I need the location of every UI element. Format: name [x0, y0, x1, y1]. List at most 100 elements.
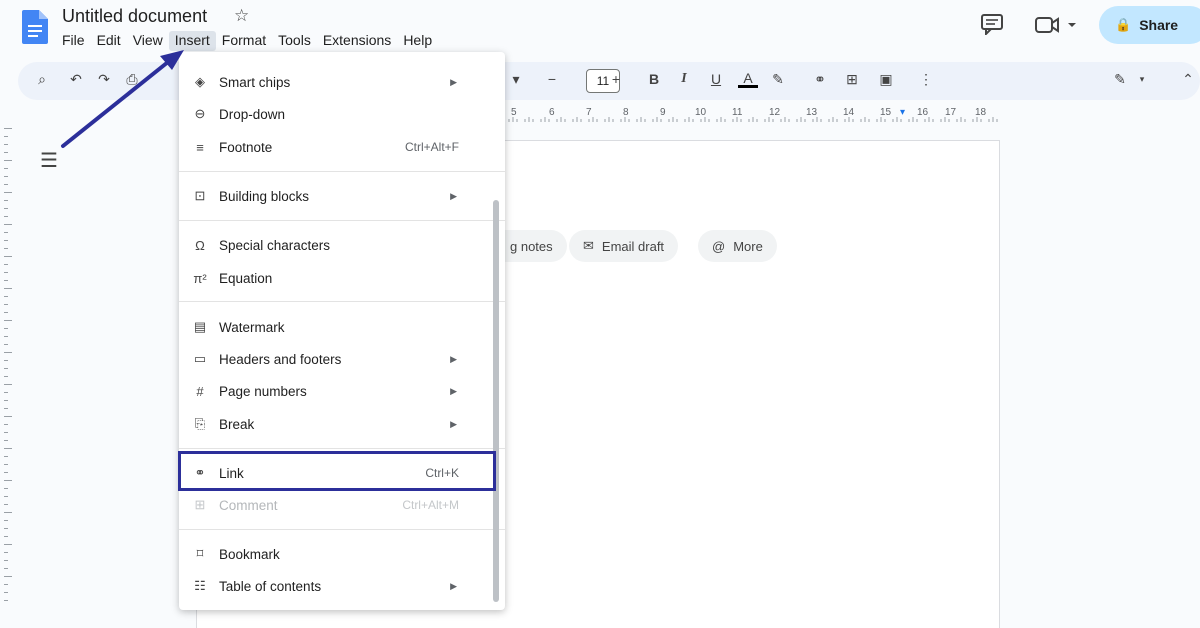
right-indent-marker-icon[interactable]: ▾ [900, 107, 905, 118]
vertical-ruler-tick [4, 176, 8, 177]
menu-view[interactable]: View [127, 31, 169, 51]
break-icon: ⎘ [194, 416, 206, 431]
undo-icon[interactable]: ↶ [66, 71, 86, 88]
vertical-ruler-tick [4, 144, 8, 145]
vertical-ruler-tick [4, 440, 8, 441]
shortcut-text: Ctrl+Alt+M [402, 498, 459, 512]
menu-item-smart-chips[interactable]: ◈ Smart chips ▶ [179, 68, 489, 96]
app-header: Untitled document ☆ File Edit View Inser… [0, 0, 1200, 60]
menu-item-table-of-contents[interactable]: ☷ Table of contents ▶ [179, 572, 489, 600]
menu-item-headers-footers[interactable]: ▭ Headers and footers ▶ [179, 345, 489, 373]
ruler-number: 5 [511, 107, 517, 118]
vertical-ruler-tick [4, 464, 8, 465]
ruler-number: 17 [945, 107, 957, 118]
submenu-arrow-icon: ▶ [450, 418, 457, 429]
vertical-ruler-tick [4, 136, 8, 137]
editing-mode-chevron-icon[interactable]: ▾ [1132, 74, 1152, 85]
menu-file[interactable]: File [56, 31, 91, 51]
ruler-number: 8 [623, 107, 629, 118]
editing-mode-icon[interactable]: ✎ [1110, 71, 1130, 88]
share-button[interactable]: 🔒 Share [1099, 6, 1200, 44]
menu-divider [179, 220, 505, 221]
vertical-ruler-tick [4, 480, 12, 481]
menu-item-label: Building blocks [219, 188, 310, 204]
vertical-ruler-tick [4, 256, 12, 257]
italic-icon[interactable]: I [674, 71, 694, 87]
vertical-ruler-tick [4, 600, 8, 601]
ruler-number: 12 [769, 107, 781, 118]
menu-bar: File Edit View Insert Format Tools Exten… [56, 31, 438, 51]
search-icon[interactable]: ⌕ [32, 71, 52, 88]
docs-logo-icon[interactable] [22, 10, 48, 44]
menu-item-drop-down[interactable]: ⊖ Drop-down [179, 100, 489, 128]
highlight-icon[interactable]: ✎ [768, 71, 788, 88]
menu-item-label: Drop-down [219, 106, 286, 122]
add-comment-icon[interactable]: ⊞ [842, 71, 862, 88]
decrease-font-icon[interactable]: − [542, 71, 562, 87]
bold-icon[interactable]: B [644, 71, 664, 87]
print-icon[interactable]: ⎙ [122, 71, 142, 88]
comment-history-icon[interactable] [980, 13, 1004, 35]
insert-menu: ◈ Smart chips ▶ ⊖ Drop-down ≡ Footnote C… [179, 52, 505, 610]
vertical-ruler-tick [4, 288, 12, 289]
menu-scrollbar[interactable] [493, 200, 499, 602]
collapse-toolbar-icon[interactable]: ⌃ [1178, 71, 1198, 88]
meet-icon[interactable] [1034, 14, 1078, 36]
chip-more[interactable]: @ More [698, 230, 777, 262]
vertical-ruler-tick [4, 280, 8, 281]
share-label: Share [1139, 17, 1179, 33]
link-icon[interactable]: ⚭ [810, 71, 830, 88]
more-options-icon[interactable]: ⋮ [916, 71, 936, 88]
menu-item-equation[interactable]: π² Equation [179, 264, 489, 292]
smart-chips-icon: ◈ [195, 74, 205, 89]
chip-email-draft[interactable]: ✉ Email draft [569, 230, 679, 262]
watermark-icon: ▤ [193, 319, 207, 334]
submenu-arrow-icon: ▶ [450, 385, 457, 396]
menu-insert[interactable]: Insert [168, 31, 216, 51]
vertical-ruler-tick [4, 376, 8, 377]
submenu-arrow-icon: ▶ [450, 190, 457, 201]
submenu-arrow-icon: ▶ [450, 76, 457, 87]
omega-icon: Ω [195, 237, 205, 253]
menu-item-building-blocks[interactable]: ⊡ Building blocks ▶ [179, 182, 489, 210]
font-chevron-icon[interactable]: ▾ [506, 71, 526, 88]
menu-item-page-numbers[interactable]: # Page numbers ▶ [179, 377, 489, 405]
underline-icon[interactable]: U [706, 71, 726, 87]
vertical-ruler-tick [4, 552, 8, 553]
menu-edit[interactable]: Edit [91, 31, 127, 51]
insert-image-icon[interactable]: ▣ [876, 71, 896, 88]
vertical-ruler-tick [4, 512, 12, 513]
menu-item-break[interactable]: ⎘ Break ▶ [179, 410, 489, 438]
header-footer-icon: ▭ [193, 351, 207, 366]
menu-item-special-characters[interactable]: Ω Special characters [179, 231, 489, 259]
menu-item-bookmark[interactable]: ⌑ Bookmark [179, 540, 489, 568]
vertical-ruler-tick [4, 232, 8, 233]
menu-format[interactable]: Format [216, 31, 272, 51]
vertical-ruler-tick [4, 456, 8, 457]
text-color-icon[interactable]: A [738, 71, 758, 88]
vertical-ruler-tick [4, 568, 8, 569]
menu-item-watermark[interactable]: ▤ Watermark [179, 313, 489, 341]
vertical-ruler-tick [4, 536, 8, 537]
hash-icon: # [196, 383, 204, 399]
menu-item-label: Special characters [219, 237, 331, 253]
document-outline-icon[interactable]: ☰ [40, 148, 58, 173]
submenu-arrow-icon: ▶ [450, 353, 457, 364]
menu-extensions[interactable]: Extensions [317, 31, 397, 51]
menu-item-footnote[interactable]: ≡ Footnote Ctrl+Alt+F [179, 133, 489, 161]
star-icon[interactable]: ☆ [234, 6, 249, 26]
redo-icon[interactable]: ↷ [94, 71, 114, 88]
vertical-ruler-tick [4, 368, 8, 369]
menu-item-label: Break [219, 416, 255, 432]
menu-tools[interactable]: Tools [272, 31, 317, 51]
vertical-ruler-tick [4, 592, 8, 593]
vertical-ruler-tick [4, 200, 8, 201]
vertical-ruler-tick [4, 336, 8, 337]
pi-icon: π² [193, 270, 207, 286]
menu-divider [179, 171, 505, 172]
chip-label: g notes [510, 238, 553, 254]
menu-help[interactable]: Help [397, 31, 438, 51]
document-title[interactable]: Untitled document [62, 6, 207, 27]
menu-item-label: Headers and footers [219, 351, 342, 367]
increase-font-icon[interactable]: + [606, 71, 626, 87]
